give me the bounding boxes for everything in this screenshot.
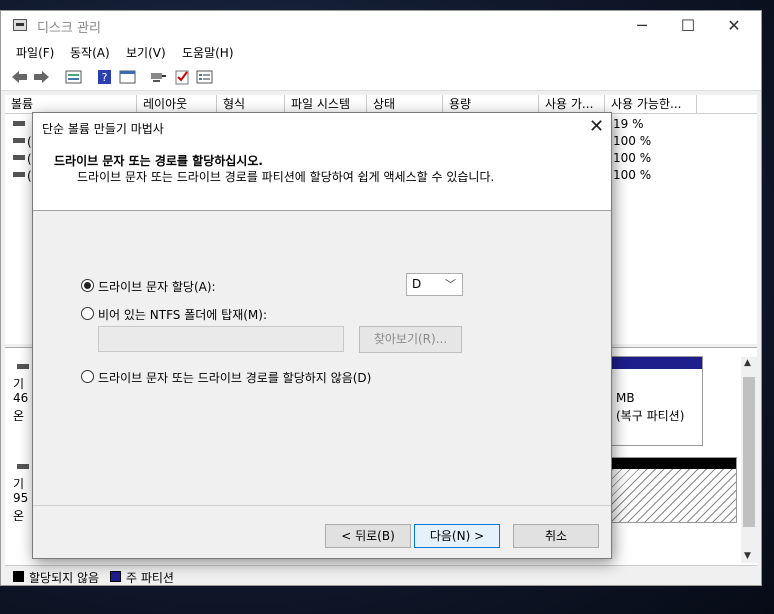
menu-view[interactable]: 보기(V) (126, 44, 166, 61)
percent-free-value: 100 % (613, 151, 652, 165)
menu-help[interactable]: 도움말(H) (182, 44, 234, 61)
mount-folder-radio[interactable] (81, 307, 94, 320)
properties-icon[interactable] (65, 69, 82, 85)
scroll-down-icon[interactable]: ▼ (744, 551, 751, 561)
check-icon[interactable] (174, 69, 191, 85)
menu-bar: 파일(F) 동작(A) 보기(V) 도움말(H) (1, 41, 761, 63)
close-button[interactable]: ✕ (711, 11, 757, 41)
drive-letter-value: D (412, 277, 422, 291)
disk-management-icon (13, 19, 27, 31)
svg-text:?: ? (102, 71, 108, 84)
unallocated-swatch (13, 571, 24, 582)
folder-path-input[interactable] (98, 326, 344, 352)
legend-bar: 할당되지 않음 주 파티션 (5, 565, 757, 585)
column-percent-free[interactable]: 사용 가능한... (605, 95, 697, 114)
wizard-header: 단순 볼륨 만들기 마법사 ✕ 드라이브 문자 또는 경로를 할당하십시오. 드… (33, 113, 611, 211)
scroll-up-icon[interactable]: ▲ (744, 358, 751, 368)
unallocated-bar (608, 458, 736, 469)
maximize-button[interactable]: ☐ (665, 11, 711, 41)
menu-file[interactable]: 파일(F) (16, 44, 54, 61)
percent-free-value: 19 % (613, 117, 644, 131)
no-letter-label[interactable]: 드라이브 문자 또는 드라이브 경로를 할당하지 않음(D) (98, 369, 371, 386)
volume-icon (13, 136, 27, 144)
assign-letter-radio[interactable] (81, 279, 94, 292)
vertical-scrollbar[interactable]: ▲ ▼ (741, 357, 757, 563)
unallocated-block[interactable] (607, 457, 737, 523)
legend-unallocated: 할당되지 않음 (29, 571, 100, 585)
partition-size: MB (616, 391, 635, 405)
divider (33, 505, 611, 506)
help-icon[interactable]: ? (96, 69, 113, 85)
volume-icon (13, 170, 27, 178)
chevron-down-icon: ﹀ (445, 278, 456, 291)
browse-button[interactable]: 찾아보기(R)... (359, 326, 462, 353)
disk-icon (17, 462, 31, 470)
wizard-title: 단순 볼륨 만들기 마법사 (42, 122, 164, 136)
primary-partition-swatch (110, 571, 121, 582)
primary-partition-bar (608, 357, 702, 369)
volume-icon (13, 119, 27, 127)
back-button[interactable]: < 뒤로(B) (325, 524, 411, 548)
volume-name: ( (27, 152, 32, 166)
close-icon[interactable]: ✕ (589, 116, 604, 137)
toolbar: ? (1, 63, 761, 91)
volume-name: ( (27, 169, 32, 183)
new-simple-volume-wizard: 단순 볼륨 만들기 마법사 ✕ 드라이브 문자 또는 경로를 할당하십시오. 드… (32, 112, 612, 559)
wizard-heading: 드라이브 문자 또는 경로를 할당하십시오. (54, 154, 263, 168)
partition-label: (복구 파티션) (616, 409, 685, 423)
connect-icon[interactable] (150, 69, 167, 85)
minimize-button[interactable]: ─ (619, 11, 665, 41)
menu-action[interactable]: 동작(A) (70, 44, 110, 61)
window-title: 디스크 관리 (37, 21, 101, 36)
volume-icon (13, 153, 27, 161)
list-icon[interactable] (196, 69, 213, 85)
next-button[interactable]: 다음(N) > (414, 524, 500, 548)
disk-icon (17, 362, 31, 370)
drive-letter-select[interactable]: D ﹀ (406, 273, 463, 296)
back-icon[interactable] (11, 69, 28, 85)
forward-icon[interactable] (33, 69, 50, 85)
legend-primary: 주 파티션 (126, 571, 174, 585)
percent-free-value: 100 % (613, 134, 652, 148)
no-letter-radio[interactable] (81, 370, 94, 383)
volume-name: ( (27, 135, 32, 149)
wizard-subheading: 드라이브 문자 또는 드라이브 경로를 파티션에 할당하여 쉽게 액세스할 수 … (77, 170, 495, 184)
scrollbar-thumb[interactable] (743, 377, 755, 527)
console-icon[interactable] (119, 69, 136, 85)
cancel-button[interactable]: 취소 (513, 524, 599, 548)
assign-letter-label[interactable]: 드라이브 문자 할당(A): (98, 278, 216, 295)
mount-folder-label[interactable]: 비어 있는 NTFS 폴더에 탑재(M): (98, 306, 267, 323)
title-bar[interactable]: 디스크 관리 ─ ☐ ✕ (1, 11, 761, 41)
recovery-partition-block[interactable]: MB (복구 파티션) (607, 356, 703, 446)
percent-free-value: 100 % (613, 168, 652, 182)
